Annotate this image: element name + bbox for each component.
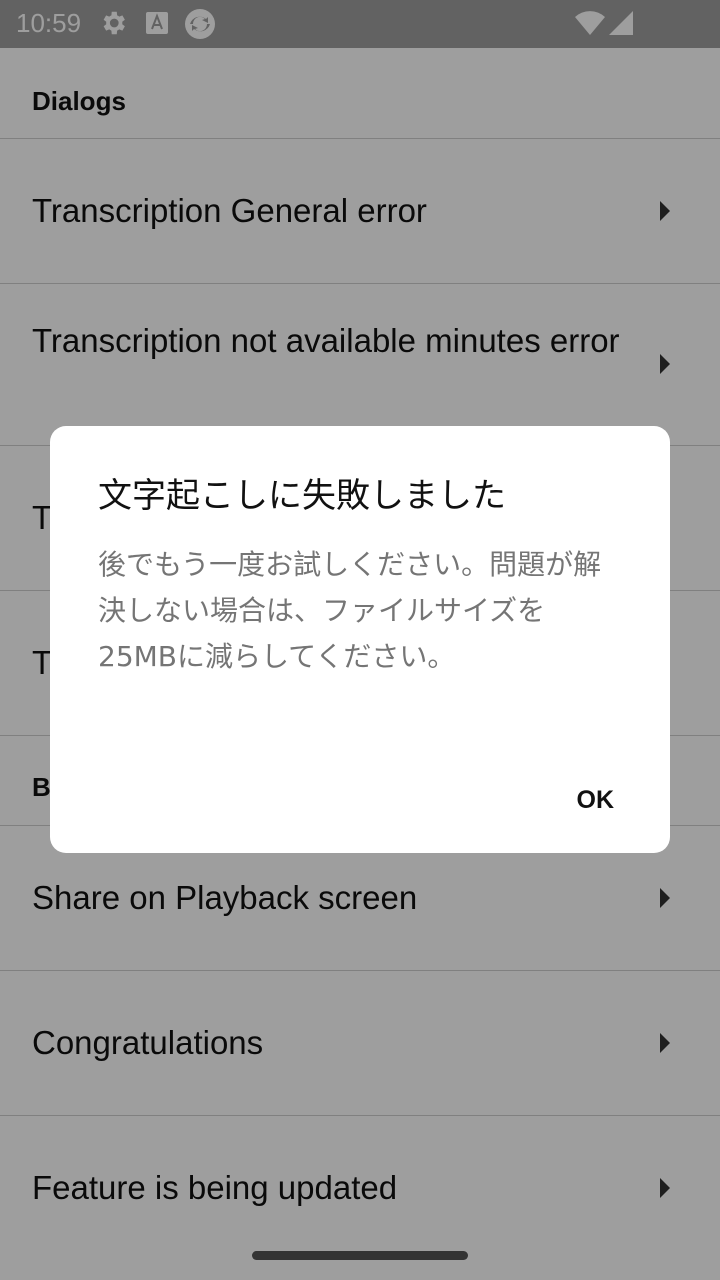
ok-button[interactable]: OK	[571, 784, 621, 817]
error-dialog: 文字起こしに失敗しました 後でもう一度お試しください。問題が解決しない場合は、フ…	[50, 426, 670, 853]
dialog-message: 後でもう一度お試しください。問題が解決しない場合は、ファイルサイズを25MBに減…	[98, 548, 602, 673]
dialog-title: 文字起こしに失敗しました	[98, 476, 506, 516]
gesture-nav-handle[interactable]	[252, 1251, 468, 1260]
app-screen: 10:59 Dialogs Transcription General erro…	[0, 0, 720, 1280]
